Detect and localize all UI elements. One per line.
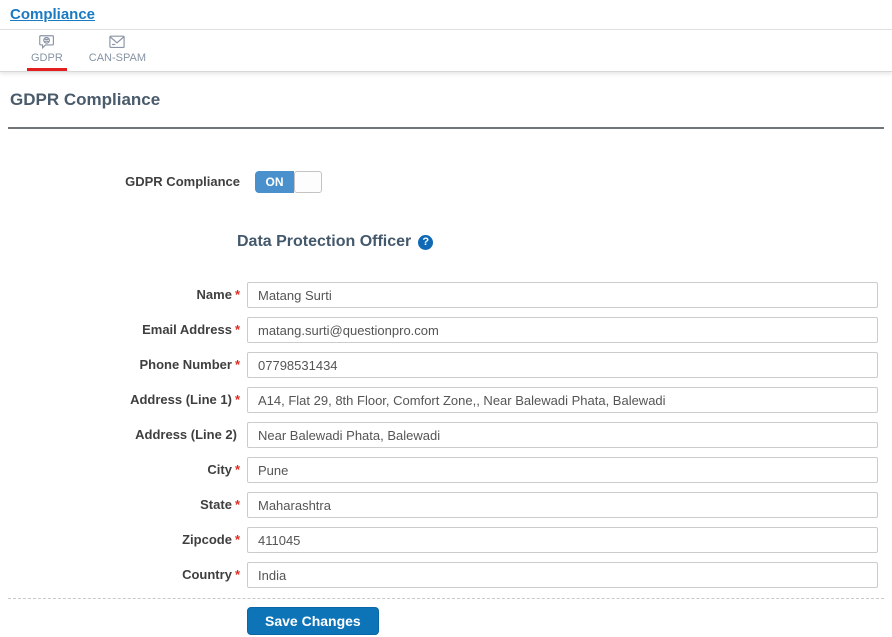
address-line1-input[interactable]: [247, 387, 878, 413]
form-row-state: State *: [10, 492, 882, 518]
form-row-zipcode: Zipcode *: [10, 527, 882, 553]
required-asterisk: *: [234, 287, 240, 302]
globe-chat-icon: [37, 32, 57, 52]
required-asterisk: *: [234, 532, 240, 547]
footer-separator: [8, 598, 884, 599]
form-row-email: Email Address *: [10, 317, 882, 343]
gdpr-toggle-row: GDPR Compliance ON: [10, 169, 882, 195]
required-asterisk: *: [234, 392, 240, 407]
gdpr-compliance-panel: GDPR Compliance GDPR Compliance ON Data …: [0, 90, 892, 635]
toggle-on-label: ON: [255, 171, 294, 193]
compliance-link[interactable]: Compliance: [10, 6, 95, 23]
required-asterisk: *: [234, 497, 240, 512]
field-label: Address (Line 1) *: [130, 392, 240, 407]
tab-label-gdpr: GDPR: [31, 52, 63, 64]
tab-gdpr[interactable]: GDPR: [24, 32, 70, 71]
city-input[interactable]: [247, 457, 878, 483]
form-row-address2: Address (Line 2): [10, 422, 882, 448]
page-title: GDPR Compliance: [10, 90, 161, 109]
country-input[interactable]: [247, 562, 878, 588]
form-row-country: Country *: [10, 562, 882, 588]
question-circle-icon[interactable]: ?: [418, 234, 434, 250]
tab-label-can-spam: CAN-SPAM: [88, 52, 147, 64]
tab-bar: GDPR CAN-SPAM: [0, 30, 892, 72]
phone-number-input[interactable]: [247, 352, 878, 378]
required-asterisk: *: [234, 462, 240, 477]
save-changes-button[interactable]: Save Changes: [247, 607, 379, 635]
email-address-input[interactable]: [247, 317, 878, 343]
gdpr-toggle-label: GDPR Compliance: [125, 174, 240, 189]
toggle-knob[interactable]: [294, 171, 322, 193]
section-heading: Data Protection Officer ?: [237, 232, 882, 252]
form-row-city: City *: [10, 457, 882, 483]
envelope-icon: [107, 32, 127, 52]
field-label: City *: [207, 462, 240, 477]
address-line2-input[interactable]: [247, 422, 878, 448]
required-asterisk: *: [234, 357, 240, 372]
form-row-address1: Address (Line 1) *: [10, 387, 882, 413]
field-label: Country *: [182, 567, 240, 582]
state-input[interactable]: [247, 492, 878, 518]
title-divider: [8, 127, 884, 129]
field-label: Zipcode *: [182, 532, 240, 547]
required-asterisk: *: [234, 322, 240, 337]
tab-can-spam[interactable]: CAN-SPAM: [82, 32, 153, 71]
name-input[interactable]: [247, 282, 878, 308]
gdpr-compliance-toggle[interactable]: ON: [255, 171, 322, 193]
field-label: State *: [200, 497, 240, 512]
form-row-name: Name *: [10, 282, 882, 308]
field-label: Address (Line 2): [135, 427, 237, 442]
form-row-phone: Phone Number *: [10, 352, 882, 378]
field-label: Email Address *: [142, 322, 240, 337]
field-label: Name *: [196, 287, 240, 302]
required-asterisk: *: [234, 567, 240, 582]
field-label: Phone Number *: [139, 357, 240, 372]
breadcrumb: Compliance: [0, 0, 892, 30]
section-title: Data Protection Officer: [237, 233, 412, 250]
zipcode-input[interactable]: [247, 527, 878, 553]
